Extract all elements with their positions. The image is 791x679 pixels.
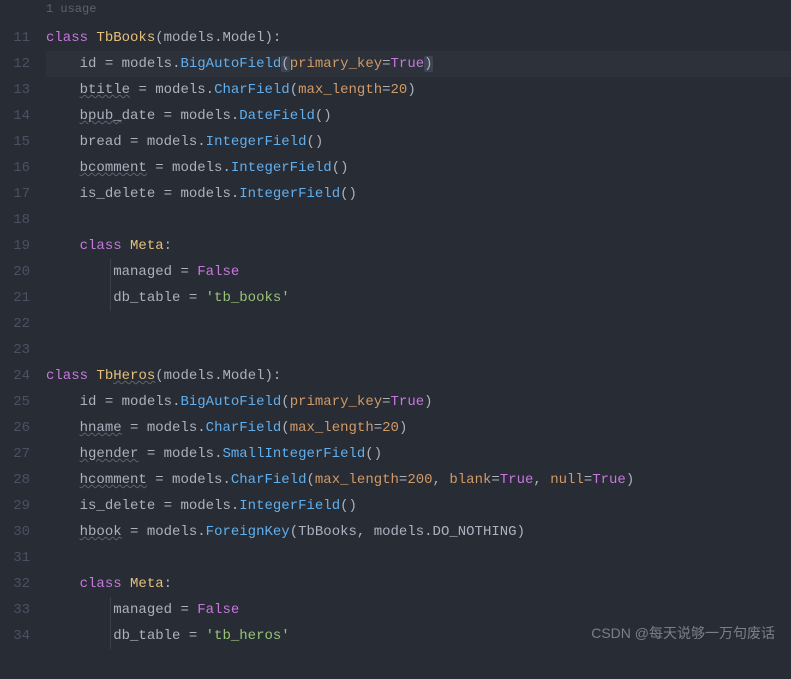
line-number: 29: [0, 493, 40, 519]
code-line[interactable]: class Meta:: [46, 233, 791, 259]
line-number: 27: [0, 441, 40, 467]
line-number: 14: [0, 103, 40, 129]
code-line[interactable]: hcomment = models.CharField(max_length=2…: [46, 467, 791, 493]
code-line[interactable]: managed = False: [46, 259, 791, 285]
code-line[interactable]: [46, 337, 791, 363]
line-number: 34: [0, 623, 40, 649]
code-content[interactable]: class TbBooks(models.Model): id = models…: [40, 22, 791, 679]
line-number: 11: [0, 25, 40, 51]
code-line[interactable]: class TbBooks(models.Model):: [46, 25, 791, 51]
line-number: 30: [0, 519, 40, 545]
code-line[interactable]: [46, 545, 791, 571]
line-numbers-gutter: 11 12 13 14 15 16 17 18 19 20 21 22 23 2…: [0, 22, 40, 679]
code-line[interactable]: managed = False: [46, 597, 791, 623]
code-line[interactable]: is_delete = models.IntegerField(): [46, 181, 791, 207]
line-number: 23: [0, 337, 40, 363]
line-number: 31: [0, 545, 40, 571]
code-line[interactable]: [46, 311, 791, 337]
code-line[interactable]: id = models.BigAutoField(primary_key=Tru…: [46, 389, 791, 415]
line-number: 33: [0, 597, 40, 623]
code-line[interactable]: bread = models.IntegerField(): [46, 129, 791, 155]
line-number: 19: [0, 233, 40, 259]
line-number: 20: [0, 259, 40, 285]
code-line[interactable]: class Meta:: [46, 571, 791, 597]
line-number: 25: [0, 389, 40, 415]
line-number: 22: [0, 311, 40, 337]
line-number: 24: [0, 363, 40, 389]
line-number: 12: [0, 51, 40, 77]
code-line[interactable]: btitle = models.CharField(max_length=20): [46, 77, 791, 103]
code-line[interactable]: bcomment = models.IntegerField(): [46, 155, 791, 181]
line-number: 32: [0, 571, 40, 597]
line-number: 17: [0, 181, 40, 207]
code-line[interactable]: hname = models.CharField(max_length=20): [46, 415, 791, 441]
code-line[interactable]: db_table = 'tb_books': [46, 285, 791, 311]
usage-hint: 1 usage: [0, 0, 791, 22]
code-line[interactable]: bpub_date = models.DateField(): [46, 103, 791, 129]
code-line[interactable]: hbook = models.ForeignKey(TbBooks, model…: [46, 519, 791, 545]
code-line[interactable]: hgender = models.SmallIntegerField(): [46, 441, 791, 467]
line-number: 21: [0, 285, 40, 311]
line-number: 16: [0, 155, 40, 181]
code-line[interactable]: is_delete = models.IntegerField(): [46, 493, 791, 519]
code-line[interactable]: class TbHeros(models.Model):: [46, 363, 791, 389]
line-number: 26: [0, 415, 40, 441]
line-number: 28: [0, 467, 40, 493]
line-number: 13: [0, 77, 40, 103]
code-line[interactable]: [46, 207, 791, 233]
code-editor[interactable]: 11 12 13 14 15 16 17 18 19 20 21 22 23 2…: [0, 22, 791, 679]
line-number: 18: [0, 207, 40, 233]
watermark: CSDN @每天说够一万句废话: [591, 623, 775, 643]
line-number: 15: [0, 129, 40, 155]
code-line[interactable]: id = models.BigAutoField(primary_key=Tru…: [46, 51, 791, 77]
